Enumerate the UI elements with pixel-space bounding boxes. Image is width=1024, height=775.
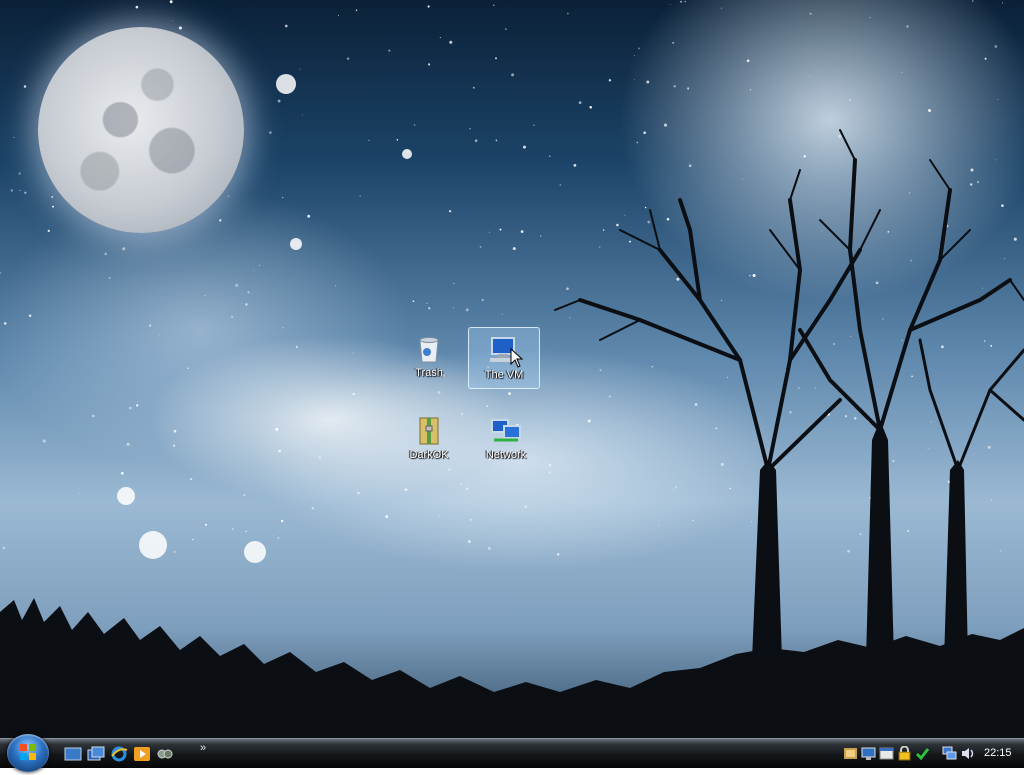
internet-explorer-icon[interactable] — [110, 745, 128, 763]
quick-launch-overflow-button[interactable]: » — [200, 742, 206, 754]
desktop[interactable]: Trash The VM DarkOK Network — [0, 0, 1024, 738]
start-orb-icon — [20, 744, 36, 760]
desktop-icon-network[interactable]: Network — [470, 408, 542, 470]
volume-icon[interactable] — [961, 746, 976, 761]
desktop-icon-the-vm[interactable]: The VM — [468, 327, 540, 389]
mouse-cursor-icon — [510, 348, 524, 368]
network-icon — [491, 419, 521, 442]
show-desktop-icon[interactable] — [64, 745, 82, 763]
trash-icon — [419, 337, 439, 363]
window-switcher-icon[interactable] — [87, 745, 105, 763]
desktop-icon-label: The VM — [484, 369, 524, 381]
desktop-icon-label: Network — [485, 449, 527, 461]
network-status-icon[interactable] — [942, 746, 957, 761]
start-button[interactable] — [7, 734, 49, 772]
lock-icon[interactable] — [897, 746, 912, 761]
folder-zipped-icon — [419, 417, 439, 445]
security-alert-icon[interactable] — [843, 746, 858, 761]
window-icon[interactable] — [879, 746, 894, 761]
desktop-icon-label: DarkOK — [409, 449, 449, 461]
taskbar: » 22:15 — [0, 734, 1024, 772]
desktop-icon-trash[interactable]: Trash — [393, 326, 465, 388]
clock[interactable]: 22:15 — [984, 747, 1012, 759]
display-icon[interactable] — [861, 746, 876, 761]
messenger-icon[interactable] — [156, 745, 174, 763]
desktop-icon-darkok[interactable]: DarkOK — [393, 408, 465, 470]
desktop-icon-label: Trash — [415, 367, 443, 379]
media-player-icon[interactable] — [133, 745, 151, 763]
check-icon[interactable] — [915, 746, 930, 761]
